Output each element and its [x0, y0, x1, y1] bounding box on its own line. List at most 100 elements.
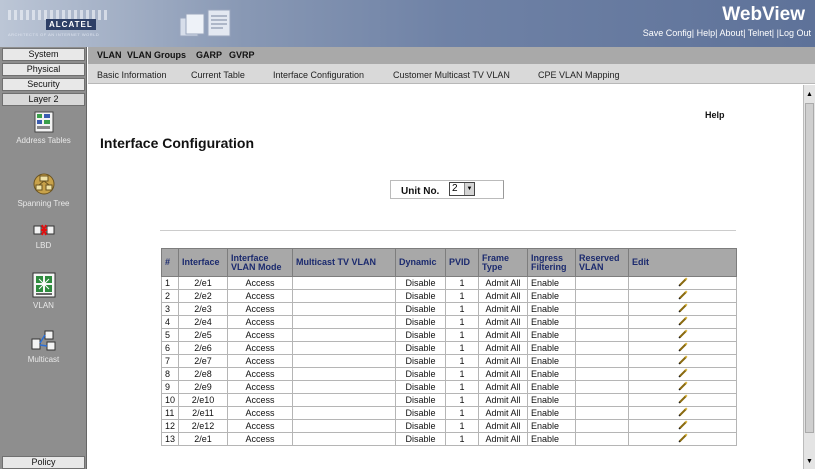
cell-frame-type: Admit All [478, 315, 529, 329]
help-link-top[interactable]: Help| [697, 28, 718, 38]
telnet-link[interactable]: Telnet| [748, 28, 774, 38]
cell-reserved-vlan [575, 419, 630, 433]
nav-security-button[interactable]: Security [2, 78, 85, 91]
nav-vlan[interactable]: VLAN [0, 272, 87, 310]
edit-pencil-icon[interactable] [677, 433, 688, 443]
table-row: 5 2/e5 Access Disable 1 Admit All Enable [160, 328, 738, 342]
left-navigation: System Physical Security Layer 2 Address… [0, 47, 87, 469]
subtab-basic-information[interactable]: Basic Information [97, 70, 167, 80]
nav-lbd[interactable]: LBD [0, 222, 87, 250]
subtab-current-table[interactable]: Current Table [191, 70, 245, 80]
cell-dynamic: Disable [395, 276, 447, 290]
cell-index: 9 [160, 380, 180, 394]
edit-pencil-icon[interactable] [677, 420, 688, 430]
tab-vlan-groups[interactable]: VLAN Groups [127, 50, 186, 60]
cell-multicast-tv-vlan [292, 393, 397, 407]
cell-frame-type: Admit All [478, 380, 529, 394]
sub-tab-bar: Basic Information Current Table Interfac… [88, 64, 815, 84]
scroll-down-arrow-icon[interactable]: ▼ [804, 456, 815, 467]
cell-frame-type: Admit All [478, 419, 529, 433]
cell-dynamic: Disable [395, 406, 447, 420]
nav-multicast[interactable]: Multicast [0, 330, 87, 364]
unit-no-select[interactable]: 2 ▼ [449, 182, 475, 196]
interface-config-table: # Interface Interface VLAN Mode Multicas… [160, 248, 738, 446]
cell-dynamic: Disable [395, 354, 447, 368]
save-config-link[interactable]: Save Config| [643, 28, 694, 38]
cell-ingress-filtering: Enable [527, 276, 577, 290]
cell-index: 3 [160, 302, 180, 316]
table-row: 2 2/e2 Access Disable 1 Admit All Enable [160, 289, 738, 303]
cell-multicast-tv-vlan [292, 341, 397, 355]
scroll-up-arrow-icon[interactable]: ▲ [804, 89, 815, 100]
tab-gvrp[interactable]: GVRP [229, 50, 255, 60]
cell-multicast-tv-vlan [292, 289, 397, 303]
edit-pencil-icon[interactable] [677, 277, 688, 287]
subtab-interface-configuration[interactable]: Interface Configuration [273, 70, 364, 80]
about-link[interactable]: About| [720, 28, 746, 38]
cell-pvid: 1 [445, 276, 480, 290]
cell-dynamic: Disable [395, 315, 447, 329]
tab-garp[interactable]: GARP [196, 50, 222, 60]
cell-interface: 2/e10 [178, 393, 229, 407]
vertical-scrollbar[interactable]: ▲ ▼ [803, 85, 815, 469]
cell-reserved-vlan [575, 406, 630, 420]
subtab-cpe-vlan-mapping[interactable]: CPE VLAN Mapping [538, 70, 620, 80]
cell-frame-type: Admit All [478, 328, 529, 342]
cell-interface: 2/e4 [178, 315, 229, 329]
nav-physical-button[interactable]: Physical [2, 63, 85, 76]
edit-pencil-icon[interactable] [677, 342, 688, 352]
col-header-interface-vlan-mode: Interface VLAN Mode [227, 248, 294, 277]
nav-spanning-tree[interactable]: Spanning Tree [0, 172, 87, 208]
col-header-edit: Edit [628, 248, 738, 277]
tab-vlan[interactable]: VLAN [97, 50, 122, 60]
cell-pvid: 1 [445, 406, 480, 420]
cell-ingress-filtering: Enable [527, 328, 577, 342]
edit-pencil-icon[interactable] [677, 407, 688, 417]
nav-label-address-tables: Address Tables [16, 136, 71, 145]
cell-pvid: 1 [445, 328, 480, 342]
cell-frame-type: Admit All [478, 354, 529, 368]
cell-reserved-vlan [575, 276, 630, 290]
subtab-customer-multicast-tv-vlan[interactable]: Customer Multicast TV VLAN [393, 70, 510, 80]
nav-policy-button[interactable]: Policy [2, 456, 85, 469]
scroll-thumb[interactable] [805, 103, 814, 433]
nav-label-spanning-tree: Spanning Tree [17, 199, 70, 208]
edit-pencil-icon[interactable] [677, 303, 688, 313]
cell-vlan-mode: Access [227, 419, 294, 433]
nav-system-button[interactable]: System [2, 48, 85, 61]
nav-address-tables[interactable]: Address Tables [0, 111, 87, 145]
table-row: 1 2/e1 Access Disable 1 Admit All Enable [160, 276, 738, 290]
edit-pencil-icon[interactable] [677, 381, 688, 391]
nav-label-multicast: Multicast [27, 355, 60, 364]
cell-ingress-filtering: Enable [527, 289, 577, 303]
cell-frame-type: Admit All [478, 406, 529, 420]
cell-ingress-filtering: Enable [527, 341, 577, 355]
cell-multicast-tv-vlan [292, 315, 397, 329]
cell-frame-type: Admit All [478, 367, 529, 381]
app-title: WebView [722, 4, 805, 25]
cell-index: 12 [160, 419, 180, 433]
cell-interface: 2/e6 [178, 341, 229, 355]
edit-pencil-icon[interactable] [677, 290, 688, 300]
edit-pencil-icon[interactable] [677, 329, 688, 339]
cell-interface: 2/e3 [178, 302, 229, 316]
edit-pencil-icon[interactable] [677, 368, 688, 378]
cell-ingress-filtering: Enable [527, 354, 577, 368]
cell-reserved-vlan [575, 393, 630, 407]
cell-interface: 2/e5 [178, 328, 229, 342]
table-row: 12 2/e12 Access Disable 1 Admit All Enable [160, 419, 738, 433]
help-link[interactable]: Help [705, 110, 725, 120]
cell-vlan-mode: Access [227, 432, 294, 446]
edit-pencil-icon[interactable] [677, 316, 688, 326]
cell-edit [628, 341, 738, 355]
edit-pencil-icon[interactable] [677, 394, 688, 404]
edit-pencil-icon[interactable] [677, 355, 688, 365]
log-out-link[interactable]: |Log Out [777, 28, 811, 38]
nav-layer2-button[interactable]: Layer 2 [2, 93, 85, 106]
cell-vlan-mode: Access [227, 276, 294, 290]
cell-interface: 2/e1 [178, 276, 229, 290]
cell-reserved-vlan [575, 289, 630, 303]
cell-frame-type: Admit All [478, 276, 529, 290]
cell-pvid: 1 [445, 393, 480, 407]
table-row: 3 2/e3 Access Disable 1 Admit All Enable [160, 302, 738, 316]
